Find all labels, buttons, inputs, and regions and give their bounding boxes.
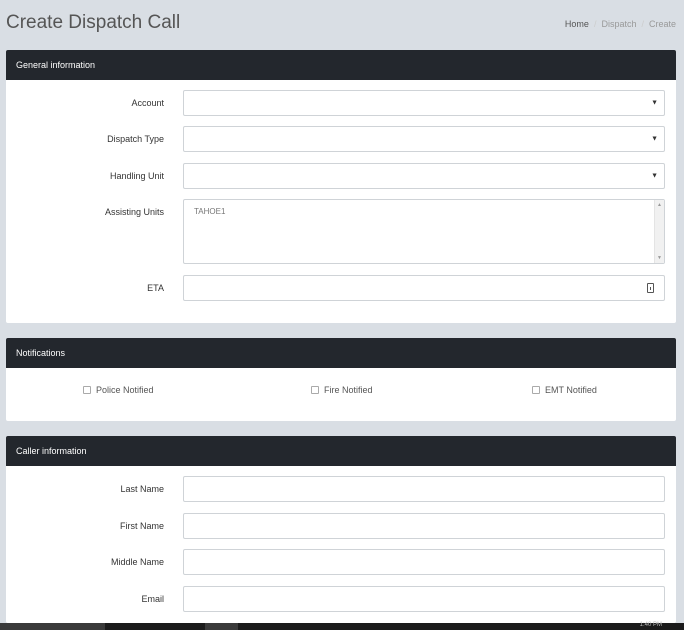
checkbox-box[interactable] [311, 386, 319, 394]
notifications-heading: Notifications [6, 338, 676, 368]
middle-name-input[interactable] [183, 549, 665, 575]
last-name-row: Last Name [6, 476, 676, 502]
first-name-input[interactable] [183, 513, 665, 539]
scroll-down-icon[interactable]: ▼ [657, 255, 662, 261]
middle-name-row: Middle Name [6, 549, 676, 575]
last-name-input[interactable] [183, 476, 665, 502]
email-label: Email [141, 594, 164, 604]
page-header: Create Dispatch Call Home / Dispatch / C… [0, 0, 684, 48]
scroll-up-icon[interactable]: ▲ [657, 202, 662, 208]
handling-unit-select[interactable]: ▼ [183, 163, 665, 189]
first-name-row: First Name [6, 513, 676, 539]
calendar-icon[interactable] [647, 283, 654, 293]
dispatch-type-row: Dispatch Type ▼ [6, 126, 676, 152]
breadcrumb-home[interactable]: Home [565, 19, 589, 29]
handling-unit-label: Handling Unit [109, 171, 164, 181]
taskbar-clock: 1:40 PM [639, 622, 662, 628]
taskbar-start-area[interactable] [0, 623, 105, 630]
fire-notified-label: Fire Notified [324, 385, 373, 395]
last-name-label: Last Name [120, 484, 164, 494]
breadcrumb: Home / Dispatch / Create [565, 19, 676, 29]
general-information-heading: General information [6, 50, 676, 80]
police-notified-label: Police Notified [96, 385, 154, 395]
caret-down-icon: ▼ [651, 172, 658, 180]
account-row: Account ▼ [6, 90, 676, 116]
assisting-units-label: Assisting Units [104, 207, 164, 217]
handling-unit-row: Handling Unit ▼ [6, 163, 676, 189]
eta-row: ETA [6, 275, 676, 301]
breadcrumb-create: Create [648, 19, 676, 29]
dispatch-type-label: Dispatch Type [107, 134, 164, 144]
fire-notified-checkbox[interactable]: Fire Notified [311, 385, 373, 395]
taskbar-app-button[interactable] [205, 623, 238, 630]
caller-information-heading: Caller information [6, 436, 676, 466]
assisting-unit-option[interactable]: TAHOE1 [194, 207, 225, 216]
checkbox-box[interactable] [83, 386, 91, 394]
email-row: Email [6, 586, 676, 612]
eta-input[interactable] [183, 275, 665, 301]
breadcrumb-separator: / [593, 19, 597, 29]
assisting-units-scrollbar[interactable]: ▲ ▼ [654, 200, 664, 263]
police-notified-checkbox[interactable]: Police Notified [83, 385, 154, 395]
account-label: Account [131, 98, 164, 108]
notifications-panel: Notifications Police Notified Fire Notif… [6, 338, 676, 421]
page-title: Create Dispatch Call [6, 12, 181, 33]
general-information-panel: General information Account ▼ Dispatch T… [6, 50, 676, 323]
assisting-units-multiselect[interactable]: TAHOE1 ▲ ▼ [183, 199, 665, 264]
email-input[interactable] [183, 586, 665, 612]
emt-notified-label: EMT Notified [545, 385, 597, 395]
caret-down-icon: ▼ [651, 99, 658, 107]
assisting-units-row: Assisting Units TAHOE1 ▲ ▼ [6, 199, 676, 264]
eta-label: ETA [147, 283, 164, 293]
breadcrumb-separator: / [641, 19, 644, 29]
taskbar: 1:40 PM [0, 622, 684, 630]
account-select[interactable]: ▼ [183, 90, 665, 116]
checkbox-box[interactable] [532, 386, 540, 394]
middle-name-label: Middle Name [110, 557, 164, 567]
caller-information-panel: Caller information Last Name First Name … [6, 436, 676, 623]
caret-down-icon: ▼ [651, 135, 658, 143]
emt-notified-checkbox[interactable]: EMT Notified [532, 385, 597, 395]
dispatch-type-select[interactable]: ▼ [183, 126, 665, 152]
first-name-label: First Name [119, 521, 164, 531]
breadcrumb-dispatch[interactable]: Dispatch [601, 19, 636, 29]
